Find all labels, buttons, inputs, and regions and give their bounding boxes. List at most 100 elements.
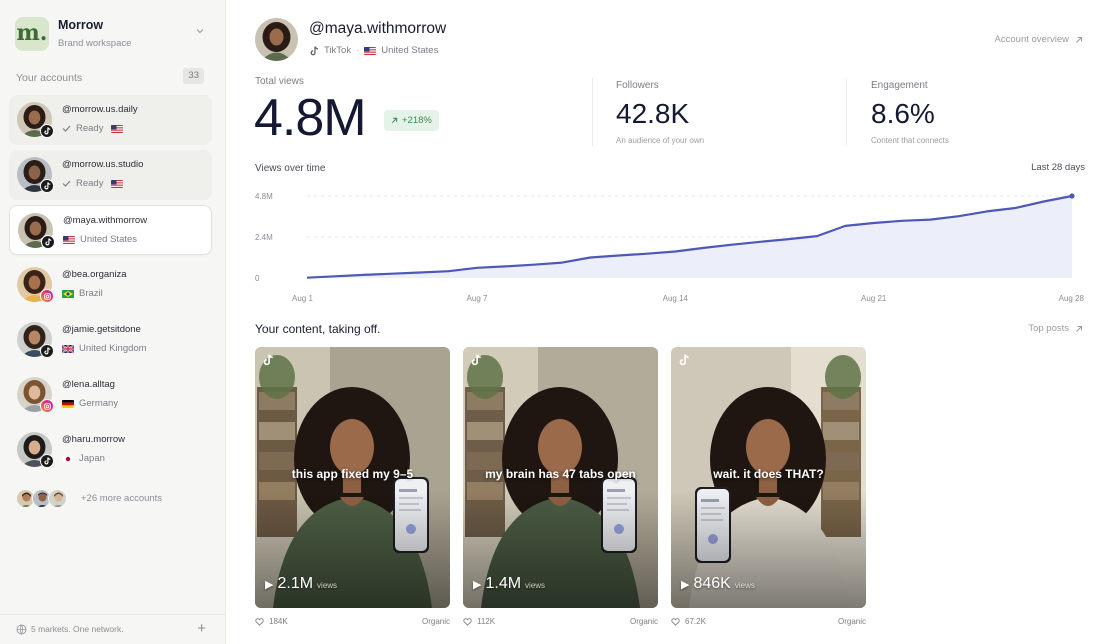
heart-icon (255, 617, 264, 626)
account-overview-link[interactable]: Account overview (995, 34, 1083, 45)
account-item[interactable]: @lena.alltag Germany (9, 370, 212, 420)
post-card[interactable]: my brain has 47 tabs open ▶ 1.4M views (463, 347, 658, 608)
main-panel: @maya.withmorrow TikTok · United States … (226, 0, 1113, 644)
y-tick-label: 0 (255, 274, 260, 283)
post-views: ▶ 2.1M views (265, 575, 337, 593)
tiktok-icon (40, 344, 54, 358)
chevron-down-icon (196, 29, 204, 34)
accounts-title: Your accounts (16, 72, 83, 84)
account-country: United States (80, 234, 138, 245)
x-tick-label: Aug 28 (1059, 294, 1085, 303)
y-tick-label: 4.8M (255, 192, 273, 201)
account-meta: United Kingdom (62, 343, 147, 354)
workspace-subtitle: Brand workspace (58, 38, 132, 49)
workspace-switcher[interactable]: m. Morrow Brand workspace (15, 17, 211, 51)
followers-subtitle: An audience of your own (616, 136, 705, 145)
post-views-label: views (525, 581, 546, 590)
section-title: Your content, taking off. (255, 322, 381, 336)
accounts-count-badge: 33 (183, 68, 204, 84)
account-handle: @haru.morrow (62, 434, 125, 445)
tiktok-icon (263, 354, 273, 366)
top-posts-link[interactable]: Top posts (1028, 323, 1083, 334)
meta-separator: · (356, 45, 360, 56)
post-card[interactable]: this app fixed my 9–5 ▶ 2.1M views (255, 347, 450, 608)
instagram-icon (40, 399, 54, 413)
instagram-icon (40, 289, 54, 303)
total-views-value: 4.8M (254, 89, 367, 147)
account-item[interactable]: @morrow.us.daily Ready (9, 95, 212, 145)
heart-icon (671, 617, 680, 626)
arrow-up-right-icon (1076, 325, 1082, 332)
account-overview-label: Account overview (994, 34, 1069, 45)
top-posts-label: Top posts (1028, 323, 1069, 334)
account-meta: United States (63, 234, 137, 245)
post-caption: my brain has 47 tabs open (485, 467, 636, 481)
tiktok-icon (40, 454, 54, 468)
divider (846, 78, 847, 146)
play-icon: ▶ (681, 579, 690, 591)
post-card[interactable]: wait. it does THAT? ▶ 846K views (671, 347, 866, 608)
engagement-label: Engagement (871, 80, 928, 91)
account-item[interactable]: @morrow.us.studio Ready (9, 150, 212, 200)
post-views-label: views (317, 581, 338, 590)
account-country: United Kingdom (79, 343, 147, 354)
more-accounts-link[interactable]: +26 more accounts (16, 489, 206, 509)
account-item[interactable]: @jamie.getsitdone United Kingdom (9, 315, 212, 365)
post-footer: 67.2K Organic (671, 617, 866, 629)
x-tick-label: Aug 14 (663, 294, 689, 303)
post-type-label: Organic (629, 617, 658, 626)
post-type-label: Organic (837, 617, 866, 626)
sidebar: m. Morrow Brand workspace Your accounts … (0, 0, 226, 644)
play-icon: ▶ (265, 579, 274, 591)
check-icon (62, 180, 71, 187)
chart-range-selector[interactable]: Last 28 days (1031, 162, 1085, 173)
account-country: Germany (79, 398, 119, 409)
account-status: Ready (76, 123, 104, 134)
flag-icon (62, 399, 74, 408)
tiktok-icon (41, 235, 55, 249)
followers-value: 42.8K (616, 98, 690, 129)
account-handle: @jamie.getsitdone (62, 324, 141, 335)
account-item[interactable]: @haru.morrow Japan (9, 425, 212, 475)
post-likes: 112K (463, 617, 495, 626)
post-likes-count: 112K (477, 617, 496, 626)
profile-country: United States (381, 45, 439, 56)
flag-icon (63, 235, 75, 244)
account-meta: Brazil (62, 288, 103, 299)
growth-value: +218% (402, 115, 432, 126)
tiktok-icon (310, 45, 319, 55)
add-icon[interactable]: + (197, 621, 206, 636)
profile-handle: @maya.withmorrow (309, 20, 447, 37)
flag-icon (62, 454, 74, 463)
flag-icon (62, 289, 74, 298)
account-country: Japan (79, 453, 105, 464)
flag-icon (111, 124, 124, 133)
tiktok-icon (40, 179, 54, 193)
total-views-label: Total views (255, 76, 304, 87)
post-views-count: 2.1M (277, 575, 314, 592)
account-handle: @morrow.us.daily (62, 104, 138, 115)
engagement-subtitle: Content that connects (871, 136, 949, 145)
account-meta: Germany (62, 398, 118, 409)
flag-icon (62, 344, 74, 353)
account-meta: Ready (62, 123, 124, 134)
chart-end-point (1069, 193, 1075, 199)
x-tick-label: Aug 7 (467, 294, 488, 303)
account-item[interactable]: @maya.withmorrow United States (9, 205, 212, 255)
account-handle: @maya.withmorrow (63, 215, 148, 226)
check-icon (62, 125, 71, 132)
tiktok-icon (679, 354, 689, 366)
account-item[interactable]: @bea.organiza Brazil (9, 260, 212, 310)
play-icon: ▶ (473, 579, 482, 591)
account-handle: @lena.alltag (62, 379, 115, 390)
post-views: ▶ 846K views (681, 575, 755, 593)
post-likes-count: 67.2K (685, 617, 706, 626)
account-handle: @morrow.us.studio (62, 159, 144, 170)
arrow-up-right-icon (391, 117, 398, 124)
account-handle: @bea.organiza (62, 269, 127, 280)
post-caption: wait. it does THAT? (713, 467, 824, 481)
post-footer: 112K Organic (463, 617, 658, 629)
post-views-count: 1.4M (485, 575, 522, 592)
account-meta: Japan (62, 453, 105, 464)
tiktok-icon (471, 354, 481, 366)
